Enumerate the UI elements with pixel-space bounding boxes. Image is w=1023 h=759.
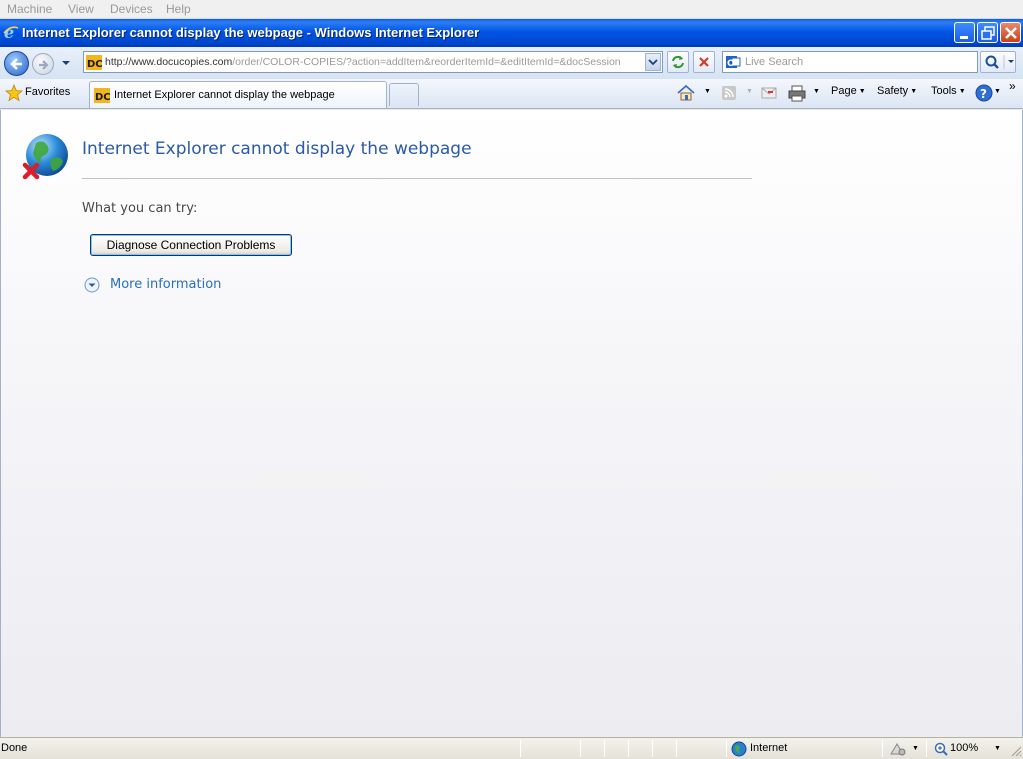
- diagnose-connection-button[interactable]: Diagnose Connection Problems: [90, 234, 292, 256]
- page-menu-label: Page: [831, 85, 857, 97]
- home-dropdown[interactable]: ▼: [702, 85, 711, 97]
- more-information-label: More information: [110, 277, 222, 292]
- internet-zone-icon: [731, 741, 747, 757]
- chevron-down-icon: [648, 59, 658, 66]
- zoom-dropdown[interactable]: ▼: [992, 742, 1001, 754]
- svg-text:?: ?: [980, 87, 987, 101]
- favorites-bar: Favorites DC Internet Explorer cannot di…: [0, 79, 1023, 109]
- forward-button[interactable]: [32, 53, 54, 75]
- status-separator: [628, 740, 629, 757]
- search-box[interactable]: O Live Search: [722, 51, 978, 73]
- vm-menu-bar: Machine View Devices Help: [0, 0, 1023, 19]
- page-content: Internet Explorer cannot display the web…: [0, 110, 1023, 737]
- protected-mode-icon[interactable]: [889, 741, 907, 757]
- try-header: What you can try:: [82, 201, 198, 216]
- zoom-icon: [934, 742, 948, 756]
- address-dropdown-button[interactable]: [645, 53, 661, 71]
- toolbar-overflow-chevron[interactable]: »: [1009, 79, 1016, 93]
- address-url[interactable]: http://www.docucopies.com/order/COLOR-CO…: [105, 56, 645, 68]
- svg-text:O: O: [727, 59, 735, 69]
- svg-text:DC: DC: [87, 59, 102, 70]
- tools-menu-label: Tools: [931, 85, 957, 97]
- print-dropdown[interactable]: ▼: [811, 85, 820, 97]
- status-separator: [726, 740, 727, 757]
- back-arrow-icon: [10, 58, 22, 70]
- globe-error-icon: [22, 134, 68, 180]
- feeds-dropdown[interactable]: ▼: [744, 85, 753, 97]
- docucopies-favicon: DC: [94, 88, 110, 103]
- restore-icon: [981, 26, 995, 40]
- feeds-icon[interactable]: [721, 85, 737, 101]
- security-zone-label: Internet: [750, 742, 788, 754]
- favorites-label: Favorites: [25, 86, 71, 98]
- tab-current[interactable]: DC Internet Explorer cannot display the …: [89, 81, 387, 108]
- page-menu[interactable]: Page ▼: [831, 85, 866, 97]
- help-icon[interactable]: ?: [975, 84, 993, 102]
- address-url-path: /order/COLOR-COPIES/?action=addItem&reor…: [232, 56, 621, 68]
- window-title-bar[interactable]: e Internet Explorer cannot display the w…: [0, 19, 1023, 47]
- new-tab-button[interactable]: [389, 83, 419, 106]
- help-dropdown[interactable]: ▼: [992, 85, 1001, 97]
- status-bar: Done Internet ▼ 100% ▼: [0, 737, 1023, 759]
- tools-menu[interactable]: Tools ▼: [931, 85, 966, 97]
- restore-button[interactable]: [977, 22, 998, 43]
- vm-menu-machine[interactable]: Machine: [7, 2, 52, 16]
- recent-pages-chevron-icon[interactable]: [61, 60, 71, 66]
- stop-icon: [699, 57, 709, 67]
- minimize-icon: [960, 36, 968, 39]
- status-separator: [580, 740, 581, 757]
- stop-button[interactable]: [693, 51, 715, 73]
- navigation-bar: DC http://www.docucopies.com/order/COLOR…: [0, 47, 1023, 79]
- refresh-icon: [672, 55, 684, 69]
- address-url-host: http://www.docucopies.com: [105, 56, 233, 68]
- window-title: Internet Explorer cannot display the web…: [22, 25, 480, 40]
- close-button[interactable]: [1000, 22, 1021, 43]
- read-mail-icon[interactable]: [761, 86, 777, 100]
- divider: [82, 178, 752, 179]
- vm-menu-devices[interactable]: Devices: [110, 2, 153, 16]
- forward-arrow-icon: [39, 60, 49, 70]
- print-icon[interactable]: [787, 84, 807, 102]
- vm-menu-view[interactable]: View: [68, 2, 94, 16]
- resize-grip-icon[interactable]: [1010, 745, 1022, 757]
- home-icon[interactable]: [676, 84, 696, 102]
- refresh-button[interactable]: [667, 51, 689, 73]
- tab-title: Internet Explorer cannot display the web…: [114, 89, 335, 101]
- docucopies-favicon: DC: [86, 55, 102, 70]
- expand-chevron-icon: [84, 277, 100, 293]
- search-placeholder: Live Search: [745, 56, 804, 68]
- safety-menu-label: Safety: [877, 85, 909, 97]
- vm-menu-help[interactable]: Help: [166, 2, 191, 16]
- page-title: Internet Explorer cannot display the web…: [82, 139, 472, 159]
- close-icon: [1005, 27, 1017, 39]
- minimize-button[interactable]: [954, 22, 975, 43]
- status-separator: [652, 740, 653, 757]
- search-icon: [985, 55, 1014, 69]
- status-separator: [604, 740, 605, 757]
- back-button[interactable]: [4, 51, 29, 76]
- status-text: Done: [1, 742, 28, 754]
- ie-logo-icon: e: [3, 24, 19, 40]
- search-button[interactable]: [980, 51, 1016, 73]
- status-separator: [520, 740, 521, 757]
- protected-mode-dropdown[interactable]: ▼: [910, 742, 919, 754]
- status-separator: [926, 740, 927, 757]
- status-separator: [882, 740, 883, 757]
- star-icon: [5, 84, 23, 102]
- status-separator: [676, 740, 677, 757]
- svg-text:DC: DC: [95, 92, 110, 103]
- safety-menu[interactable]: Safety ▼: [877, 85, 917, 97]
- live-search-icon: O: [726, 56, 741, 69]
- address-bar[interactable]: DC http://www.docucopies.com/order/COLOR…: [83, 51, 663, 73]
- zoom-level: 100%: [950, 742, 979, 754]
